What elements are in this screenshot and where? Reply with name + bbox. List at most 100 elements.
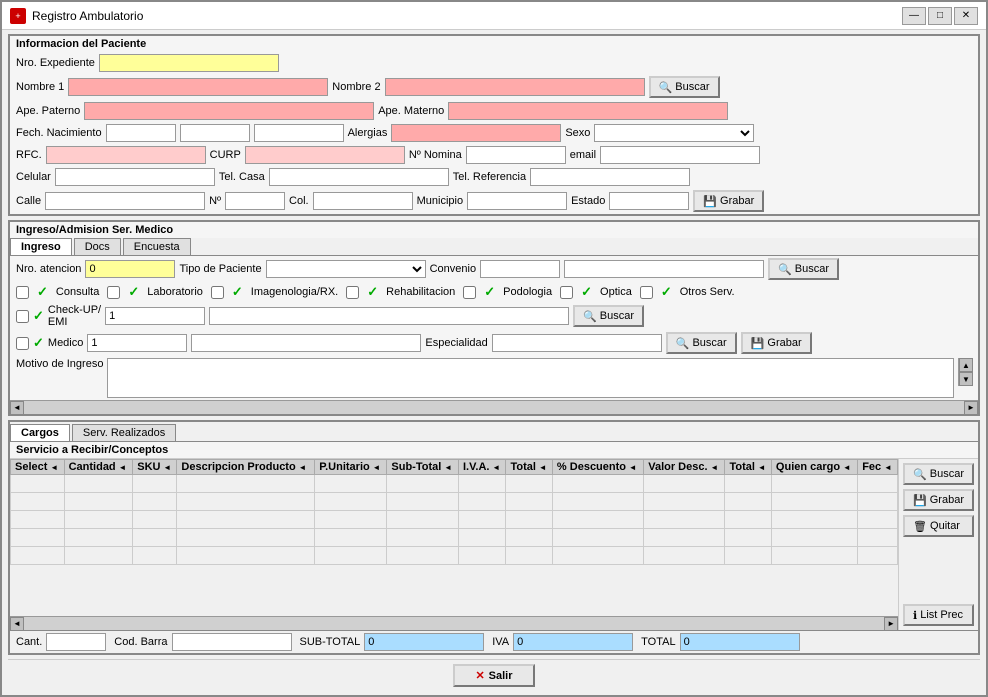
scroll-left-button[interactable]: ◄ — [10, 401, 24, 415]
checkbox-consulta-outer[interactable] — [16, 286, 29, 299]
cod-barra-input[interactable] — [172, 633, 292, 651]
tel-referencia-input[interactable] — [530, 168, 690, 186]
servicios-table-container: Select ◄ Cantidad ◄ SKU ◄ Descripcion Pr… — [10, 459, 898, 630]
especialidad-input[interactable] — [492, 334, 662, 352]
calle-input[interactable] — [45, 192, 205, 210]
col-input[interactable] — [313, 192, 413, 210]
grabar-ingreso-button[interactable]: 💾 Grabar — [741, 332, 812, 354]
table-scroll-left[interactable]: ◄ — [10, 617, 24, 631]
fech-anio-input[interactable] — [254, 124, 344, 142]
tel-casa-input[interactable] — [269, 168, 449, 186]
rfc-input[interactable] — [46, 146, 206, 164]
nro-expediente-input[interactable] — [99, 54, 279, 72]
checkbox-optica-outer[interactable] — [560, 286, 573, 299]
buscar-button[interactable]: 🔍 Buscar — [649, 76, 720, 98]
app-icon: + — [10, 8, 26, 24]
convenio-input[interactable] — [480, 260, 560, 278]
maximize-button[interactable]: □ — [928, 7, 952, 25]
nro-atencion-input[interactable] — [85, 260, 175, 278]
sexo-select[interactable] — [594, 124, 754, 142]
list-prec-button[interactable]: ℹ List Prec — [903, 604, 974, 626]
buscar-medico-button[interactable]: 🔍 Buscar — [666, 332, 737, 354]
minimize-button[interactable]: — — [902, 7, 926, 25]
quitar-button[interactable]: 🗑 Quitar — [903, 515, 974, 537]
col-total2[interactable]: Total ◄ — [725, 460, 771, 475]
scroll-up-button[interactable]: ▲ — [959, 358, 973, 372]
checkbox-laboratorio-outer[interactable] — [107, 286, 120, 299]
fech-dia-input[interactable] — [106, 124, 176, 142]
curp-label: CURP — [210, 149, 241, 161]
tel-ref-label: Tel. Referencia — [453, 171, 526, 183]
col-select[interactable]: Select ◄ — [11, 460, 65, 475]
tab-ingreso[interactable]: Ingreso — [10, 238, 72, 255]
col-total1[interactable]: Total ◄ — [506, 460, 552, 475]
main-content: Informacion del Paciente Nro. Expediente… — [2, 30, 986, 695]
tab-encuesta[interactable]: Encuesta — [123, 238, 191, 255]
col-subtotal[interactable]: Sub-Total ◄ — [387, 460, 459, 475]
buscar-servicio-button[interactable]: 🔍 Buscar — [903, 463, 974, 485]
checkup-desc-input[interactable] — [209, 307, 569, 325]
table-scroll-right[interactable]: ► — [884, 617, 898, 631]
col-descuento[interactable]: % Descuento ◄ — [552, 460, 643, 475]
motivo-textarea[interactable] — [107, 358, 954, 398]
scroll-right-button[interactable]: ► — [964, 401, 978, 415]
col-sku[interactable]: SKU ◄ — [133, 460, 177, 475]
fech-mes-input[interactable] — [180, 124, 250, 142]
col-cantidad[interactable]: Cantidad ◄ — [64, 460, 133, 475]
scroll-down-button[interactable]: ▼ — [959, 372, 973, 386]
checkbox-rehabilitacion-outer[interactable] — [346, 286, 359, 299]
celular-label: Celular — [16, 171, 51, 183]
tab-serv-realizados[interactable]: Serv. Realizados — [72, 424, 176, 441]
tab-docs[interactable]: Docs — [74, 238, 121, 255]
medico-desc-input[interactable] — [191, 334, 421, 352]
nro-expediente-row: Nro. Expediente — [10, 52, 978, 74]
tab-cargos[interactable]: Cargos — [10, 424, 70, 441]
salir-button[interactable]: ✕ Salir — [453, 664, 534, 687]
buscar-checkup-button[interactable]: 🔍 Buscar — [573, 305, 644, 327]
col-valor-desc[interactable]: Valor Desc. ◄ — [644, 460, 725, 475]
checkbox-podologia-outer[interactable] — [463, 286, 476, 299]
email-input[interactable] — [600, 146, 760, 164]
nro-atencion-label: Nro. atencion — [16, 263, 81, 275]
calle-label: Calle — [16, 195, 41, 207]
tipo-paciente-select[interactable] — [266, 260, 426, 278]
motivo-row: Motivo de Ingreso ▲ ▼ — [10, 356, 978, 400]
municipio-input[interactable] — [467, 192, 567, 210]
ape-paterno-input[interactable] — [84, 102, 374, 120]
total-input[interactable] — [680, 633, 800, 651]
cant-label: Cant. — [16, 636, 42, 648]
sub-total-input[interactable] — [364, 633, 484, 651]
col-fec[interactable]: Fec ◄ — [858, 460, 898, 475]
no-input[interactable] — [225, 192, 285, 210]
buscar-convenio-button[interactable]: 🔍 Buscar — [768, 258, 839, 280]
col-quien-cargo[interactable]: Quien cargo ◄ — [771, 460, 857, 475]
curp-input[interactable] — [245, 146, 405, 164]
nombre1-input[interactable] — [68, 78, 328, 96]
nomina-input[interactable] — [466, 146, 566, 164]
search-icon2: 🔍 — [778, 263, 792, 276]
nombre2-input[interactable] — [385, 78, 645, 96]
grabar-patient-button[interactable]: 💾 Grabar — [693, 190, 764, 212]
convenio-desc-input[interactable] — [564, 260, 764, 278]
checkbox-otros-outer[interactable] — [640, 286, 653, 299]
estado-input[interactable] — [609, 192, 689, 210]
checkbox-imagenologia-outer[interactable] — [211, 286, 224, 299]
checkbox-medico-outer[interactable] — [16, 337, 29, 350]
celular-input[interactable] — [55, 168, 215, 186]
alergias-input[interactable] — [391, 124, 561, 142]
cant-input[interactable] — [46, 633, 106, 651]
col-iva[interactable]: I.V.A. ◄ — [458, 460, 506, 475]
check-optica-icon: ✓ — [581, 284, 592, 300]
medico-input[interactable] — [87, 334, 187, 352]
col-fec-arrow: ◄ — [884, 463, 892, 472]
grabar-servicio-button[interactable]: 💾 Grabar — [903, 489, 974, 511]
col-descripcion[interactable]: Descripcion Producto ◄ — [177, 460, 315, 475]
iva-input[interactable] — [513, 633, 633, 651]
checkup-input[interactable] — [105, 307, 205, 325]
checkbox-checkup-outer[interactable] — [16, 310, 29, 323]
col-punitario[interactable]: P.Unitario ◄ — [315, 460, 387, 475]
ape-materno-input[interactable] — [448, 102, 728, 120]
table-scroll-area[interactable]: Select ◄ Cantidad ◄ SKU ◄ Descripcion Pr… — [10, 459, 898, 616]
celular-row: Celular Tel. Casa Tel. Referencia — [10, 166, 978, 188]
close-button[interactable]: ✕ — [954, 7, 978, 25]
